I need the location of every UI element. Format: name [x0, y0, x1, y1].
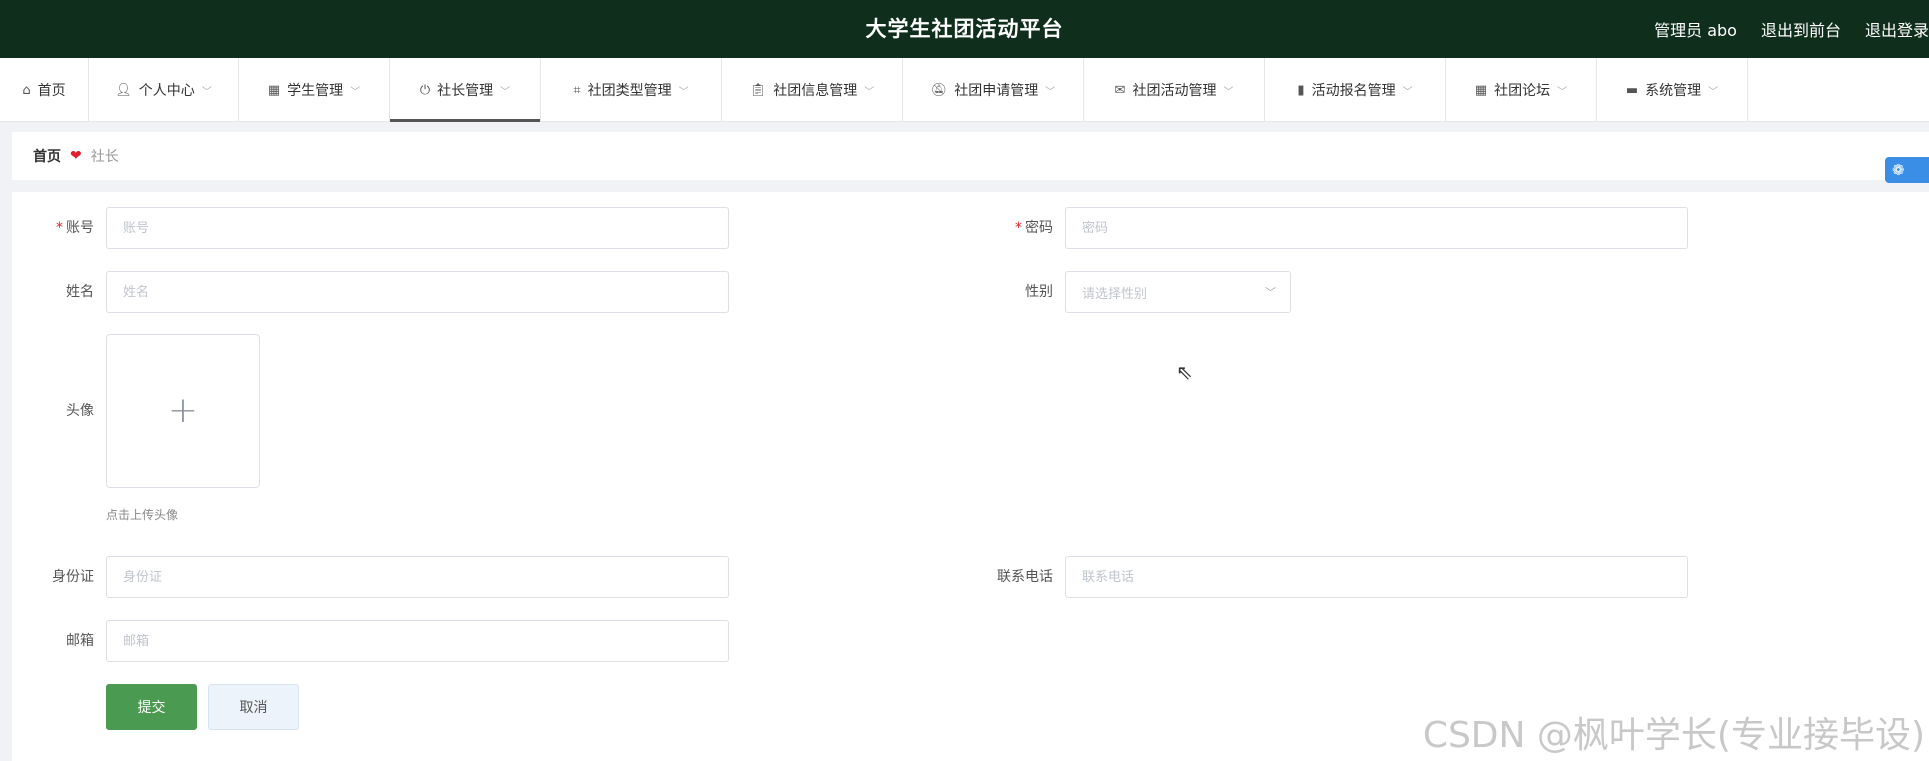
home-icon: ⌂ [22, 82, 31, 98]
nav-item-system-management[interactable]: ▬ 系统管理 ﹀ [1597, 58, 1748, 122]
password-label-text: 密码 [1025, 220, 1053, 236]
nav-label: 系统管理 [1645, 83, 1702, 99]
nav-item-activity-registration-management[interactable]: ▮ 活动报名管理 ﹀ [1265, 58, 1446, 122]
account-label: * 账号 [12, 207, 94, 249]
id-card-label: 身份证 [52, 569, 94, 585]
exit-front-link[interactable]: 退出到前台 [1761, 17, 1841, 41]
heart-icon: ❤ [70, 148, 82, 164]
nav-label: 社长管理 [437, 83, 494, 99]
main-nav: ⌂ 首页 👤︎ 个人中心 ﹀ ▦ 学生管理 ﹀ ⏻ 社长管理 ﹀ ⌗ 社团类型管… [0, 58, 1929, 122]
name-input[interactable] [106, 271, 729, 313]
grid-icon: ▦ [267, 82, 281, 98]
nav-label: 社团类型管理 [587, 83, 672, 99]
nav-item-student-management[interactable]: ▦ 学生管理 ﹀ [239, 58, 390, 122]
nav-label: 社团信息管理 [773, 83, 858, 99]
logout-link[interactable]: 退出登录 [1865, 17, 1929, 41]
crop-icon: ⌗ [573, 82, 581, 98]
breadcrumb: 首页 ❤ 社长 [12, 132, 1929, 180]
chevron-down-icon: ﹀ [1265, 286, 1276, 299]
nav-label: 个人中心 [138, 83, 195, 99]
nav-label: 社团论坛 [1494, 83, 1551, 99]
bell-off-icon: 🔕︎ [930, 82, 948, 98]
password-label: * 密码 [971, 207, 1053, 249]
avatar-label: 头像 [66, 403, 94, 419]
required-mark: * [1015, 220, 1022, 236]
nav-label: 学生管理 [287, 83, 344, 99]
mouse-cursor-icon: ⇖ [1176, 360, 1193, 384]
nav-label: 社团申请管理 [954, 83, 1039, 99]
bar-chart-icon: ▮ [1297, 82, 1305, 98]
nav-item-club-type-management[interactable]: ⌗ 社团类型管理 ﹀ [541, 58, 722, 122]
breadcrumb-current: 社长 [90, 149, 119, 165]
nav-label: 活动报名管理 [1311, 83, 1396, 99]
chevron-down-icon: ﹀ [1223, 86, 1234, 98]
nav-item-home[interactable]: ⌂ 首页 [0, 58, 89, 122]
nav-label: 社团活动管理 [1132, 83, 1217, 99]
phone-input[interactable] [1065, 556, 1688, 598]
theme-switch-button[interactable]: ❁ [1885, 157, 1929, 183]
chevron-down-icon: ﹀ [1045, 86, 1056, 98]
clipboard-icon: 📋︎ [749, 82, 767, 98]
table-icon: ▦ [1474, 82, 1488, 98]
monitor-icon: ▬ [1625, 82, 1639, 98]
id-card-input[interactable] [106, 556, 729, 598]
account-label-text: 账号 [66, 220, 94, 236]
current-user: 管理员 abo [1654, 21, 1737, 40]
form-panel: *账号 *密码 姓名 性别 请选择性别 ﹀ 头像 + 点击上传头像 身份证 联系… [12, 192, 1929, 761]
header-user-area: 管理员 abo 退出到前台 退出登录 [1654, 0, 1929, 58]
gender-select[interactable]: 请选择性别 ﹀ [1065, 271, 1291, 313]
palette-icon: ❁ [1892, 161, 1905, 179]
avatar-upload-hint: 点击上传头像 [106, 508, 179, 522]
nav-item-personal-center[interactable]: 👤︎ 个人中心 ﹀ [89, 58, 239, 122]
chevron-down-icon: ﹀ [201, 86, 212, 98]
nav-item-club-forum[interactable]: ▦ 社团论坛 ﹀ [1446, 58, 1597, 122]
chevron-down-icon: ﹀ [1402, 86, 1413, 98]
email-input[interactable] [106, 620, 729, 662]
account-input[interactable] [106, 207, 729, 249]
nav-item-club-activity-management[interactable]: ✉ 社团活动管理 ﹀ [1084, 58, 1265, 122]
top-header: 大学生社团活动平台 管理员 abo 退出到前台 退出登录 [0, 0, 1929, 58]
nav-item-club-info-management[interactable]: 📋︎ 社团信息管理 ﹀ [722, 58, 903, 122]
watermark: CSDN @枫叶学长(专业接毕设) [1422, 715, 1925, 756]
password-input[interactable] [1065, 207, 1688, 249]
phone-label: 联系电话 [997, 569, 1053, 585]
nav-item-club-application-management[interactable]: 🔕︎ 社团申请管理 ﹀ [903, 58, 1084, 122]
chevron-down-icon: ﹀ [350, 86, 361, 98]
submit-button[interactable]: 提交 [106, 684, 197, 730]
cancel-button[interactable]: 取消 [208, 684, 299, 730]
chevron-down-icon: ﹀ [500, 86, 511, 98]
app-title: 大学生社团活动平台 [865, 17, 1064, 41]
mail-icon: ✉ [1114, 82, 1126, 98]
nav-label: 首页 [37, 83, 66, 99]
user-icon: 👤︎ [115, 82, 132, 98]
chevron-down-icon: ﹀ [864, 86, 875, 98]
chevron-down-icon: ﹀ [1708, 86, 1719, 98]
power-icon: ⏻ [419, 82, 431, 98]
plus-icon: + [167, 390, 199, 431]
gender-label: 性别 [1025, 284, 1053, 300]
avatar-uploader[interactable]: + [106, 334, 260, 488]
required-mark: * [56, 220, 63, 236]
nav-item-president-management[interactable]: ⏻ 社长管理 ﹀ [390, 58, 541, 122]
breadcrumb-home[interactable]: 首页 [33, 146, 61, 166]
chevron-down-icon: ﹀ [678, 86, 689, 98]
chevron-down-icon: ﹀ [1557, 86, 1568, 98]
email-label: 邮箱 [66, 633, 94, 649]
gender-select-placeholder: 请选择性别 [1082, 286, 1148, 302]
name-label: 姓名 [66, 284, 94, 300]
